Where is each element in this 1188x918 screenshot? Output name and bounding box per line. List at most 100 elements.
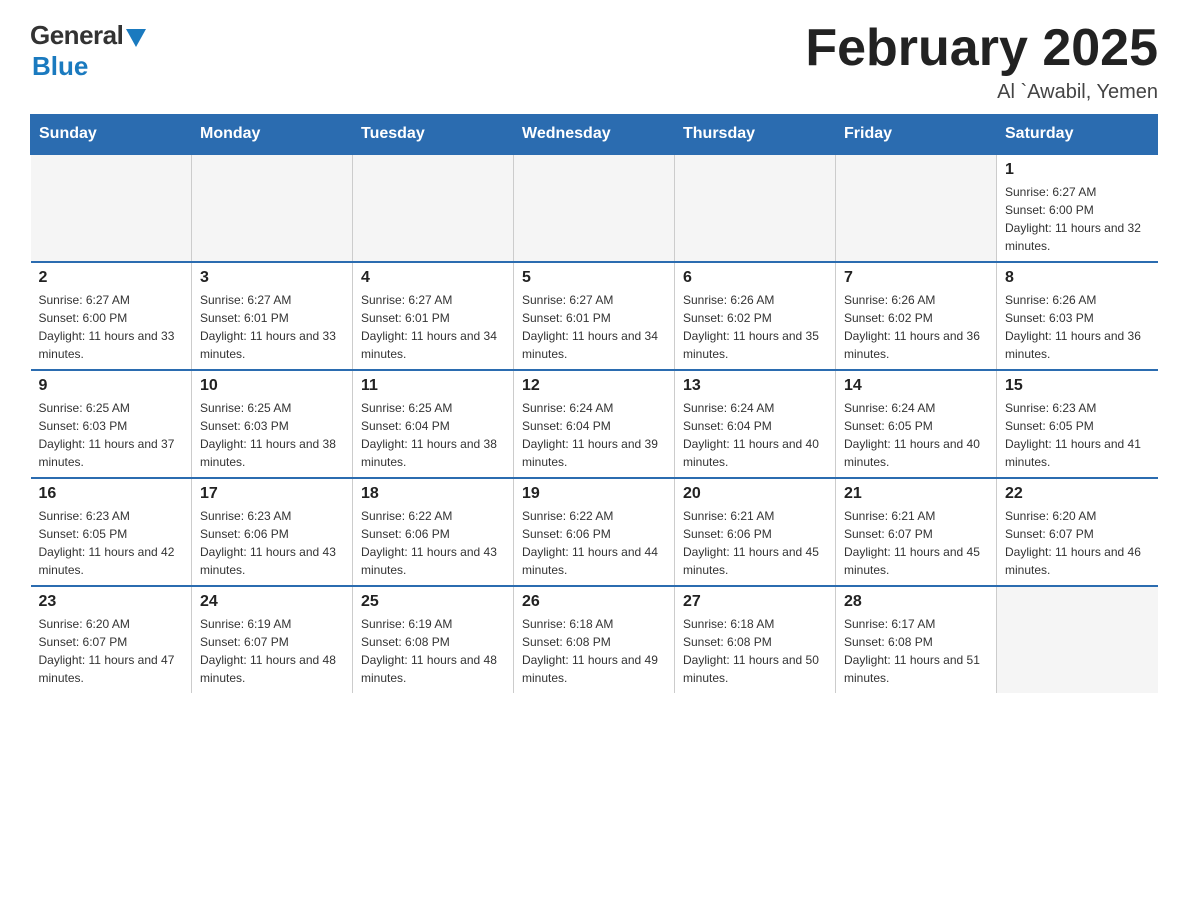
calendar-cell: 15 Sunrise: 6:23 AMSunset: 6:05 PMDayligh… [997, 370, 1158, 478]
logo: General Blue [30, 20, 146, 82]
calendar-cell [353, 154, 514, 262]
day-info: Sunrise: 6:24 AMSunset: 6:05 PMDaylight:… [844, 399, 988, 471]
day-number: 1 [1005, 161, 1150, 179]
day-number: 7 [844, 269, 988, 287]
day-info: Sunrise: 6:25 AMSunset: 6:03 PMDaylight:… [200, 399, 344, 471]
weekday-header-monday: Monday [192, 115, 353, 155]
calendar-week-3: 9 Sunrise: 6:25 AMSunset: 6:03 PMDaylight… [31, 370, 1158, 478]
calendar-cell: 7 Sunrise: 6:26 AMSunset: 6:02 PMDaylight… [836, 262, 997, 370]
weekday-header-saturday: Saturday [997, 115, 1158, 155]
calendar-cell: 8 Sunrise: 6:26 AMSunset: 6:03 PMDaylight… [997, 262, 1158, 370]
day-info: Sunrise: 6:22 AMSunset: 6:06 PMDaylight:… [361, 507, 505, 579]
day-info: Sunrise: 6:27 AMSunset: 6:00 PMDaylight:… [1005, 183, 1150, 255]
day-info: Sunrise: 6:23 AMSunset: 6:06 PMDaylight:… [200, 507, 344, 579]
calendar-cell: 12 Sunrise: 6:24 AMSunset: 6:04 PMDayligh… [514, 370, 675, 478]
day-info: Sunrise: 6:24 AMSunset: 6:04 PMDaylight:… [522, 399, 666, 471]
day-number: 9 [39, 377, 184, 395]
calendar-cell: 4 Sunrise: 6:27 AMSunset: 6:01 PMDaylight… [353, 262, 514, 370]
day-number: 4 [361, 269, 505, 287]
calendar-cell: 10 Sunrise: 6:25 AMSunset: 6:03 PMDayligh… [192, 370, 353, 478]
weekday-header-wednesday: Wednesday [514, 115, 675, 155]
day-number: 19 [522, 485, 666, 503]
day-number: 15 [1005, 377, 1150, 395]
title-section: February 2025 Al `Awabil, Yemen [805, 20, 1158, 104]
calendar-cell: 18 Sunrise: 6:22 AMSunset: 6:06 PMDayligh… [353, 478, 514, 586]
day-info: Sunrise: 6:27 AMSunset: 6:01 PMDaylight:… [361, 291, 505, 363]
day-number: 3 [200, 269, 344, 287]
day-info: Sunrise: 6:21 AMSunset: 6:07 PMDaylight:… [844, 507, 988, 579]
calendar-cell: 6 Sunrise: 6:26 AMSunset: 6:02 PMDaylight… [675, 262, 836, 370]
day-info: Sunrise: 6:20 AMSunset: 6:07 PMDaylight:… [39, 615, 184, 687]
day-info: Sunrise: 6:21 AMSunset: 6:06 PMDaylight:… [683, 507, 827, 579]
day-number: 21 [844, 485, 988, 503]
day-info: Sunrise: 6:27 AMSunset: 6:00 PMDaylight:… [39, 291, 184, 363]
day-number: 13 [683, 377, 827, 395]
day-info: Sunrise: 6:19 AMSunset: 6:07 PMDaylight:… [200, 615, 344, 687]
calendar-cell: 11 Sunrise: 6:25 AMSunset: 6:04 PMDayligh… [353, 370, 514, 478]
calendar-cell: 19 Sunrise: 6:22 AMSunset: 6:06 PMDayligh… [514, 478, 675, 586]
location-subtitle: Al `Awabil, Yemen [805, 81, 1158, 104]
calendar-week-1: 1 Sunrise: 6:27 AMSunset: 6:00 PMDaylight… [31, 154, 1158, 262]
weekday-header-row: SundayMondayTuesdayWednesdayThursdayFrid… [31, 115, 1158, 155]
day-number: 6 [683, 269, 827, 287]
calendar-cell: 27 Sunrise: 6:18 AMSunset: 6:08 PMDayligh… [675, 586, 836, 693]
calendar-week-4: 16Sunrise: 6:23 AMSunset: 6:05 PMDayligh… [31, 478, 1158, 586]
logo-triangle-icon [126, 29, 146, 47]
day-info: Sunrise: 6:22 AMSunset: 6:06 PMDaylight:… [522, 507, 666, 579]
day-info: Sunrise: 6:17 AMSunset: 6:08 PMDaylight:… [844, 615, 988, 687]
calendar-cell: 24 Sunrise: 6:19 AMSunset: 6:07 PMDayligh… [192, 586, 353, 693]
calendar-cell: 2 Sunrise: 6:27 AMSunset: 6:00 PMDaylight… [31, 262, 192, 370]
calendar-cell: 1 Sunrise: 6:27 AMSunset: 6:00 PMDaylight… [997, 154, 1158, 262]
day-info: Sunrise: 6:18 AMSunset: 6:08 PMDaylight:… [522, 615, 666, 687]
calendar-cell [31, 154, 192, 262]
calendar-cell: 23 Sunrise: 6:20 AMSunset: 6:07 PMDayligh… [31, 586, 192, 693]
day-number: 18 [361, 485, 505, 503]
day-number: 5 [522, 269, 666, 287]
calendar-cell [675, 154, 836, 262]
logo-blue-text: Blue [32, 51, 88, 82]
calendar-cell: 3 Sunrise: 6:27 AMSunset: 6:01 PMDaylight… [192, 262, 353, 370]
calendar-cell: 14 Sunrise: 6:24 AMSunset: 6:05 PMDayligh… [836, 370, 997, 478]
day-info: Sunrise: 6:26 AMSunset: 6:02 PMDaylight:… [683, 291, 827, 363]
logo-general-text: General [30, 20, 123, 51]
calendar-cell: 13 Sunrise: 6:24 AMSunset: 6:04 PMDayligh… [675, 370, 836, 478]
day-info: Sunrise: 6:27 AMSunset: 6:01 PMDaylight:… [200, 291, 344, 363]
day-number: 23 [39, 593, 184, 611]
day-number: 27 [683, 593, 827, 611]
day-number: 8 [1005, 269, 1150, 287]
calendar-week-2: 2 Sunrise: 6:27 AMSunset: 6:00 PMDaylight… [31, 262, 1158, 370]
calendar-cell [997, 586, 1158, 693]
calendar-cell [514, 154, 675, 262]
month-title: February 2025 [805, 20, 1158, 77]
weekday-header-sunday: Sunday [31, 115, 192, 155]
day-number: 20 [683, 485, 827, 503]
day-info: Sunrise: 6:25 AMSunset: 6:03 PMDaylight:… [39, 399, 184, 471]
calendar-cell: 28Sunrise: 6:17 AMSunset: 6:08 PMDayligh… [836, 586, 997, 693]
day-info: Sunrise: 6:19 AMSunset: 6:08 PMDaylight:… [361, 615, 505, 687]
weekday-header-tuesday: Tuesday [353, 115, 514, 155]
day-info: Sunrise: 6:26 AMSunset: 6:03 PMDaylight:… [1005, 291, 1150, 363]
day-number: 24 [200, 593, 344, 611]
calendar-cell: 9 Sunrise: 6:25 AMSunset: 6:03 PMDaylight… [31, 370, 192, 478]
day-number: 11 [361, 377, 505, 395]
calendar-cell: 21 Sunrise: 6:21 AMSunset: 6:07 PMDayligh… [836, 478, 997, 586]
day-number: 25 [361, 593, 505, 611]
day-info: Sunrise: 6:25 AMSunset: 6:04 PMDaylight:… [361, 399, 505, 471]
day-number: 22 [1005, 485, 1150, 503]
calendar-cell: 26Sunrise: 6:18 AMSunset: 6:08 PMDayligh… [514, 586, 675, 693]
day-info: Sunrise: 6:23 AMSunset: 6:05 PMDaylight:… [1005, 399, 1150, 471]
day-number: 2 [39, 269, 184, 287]
day-number: 12 [522, 377, 666, 395]
day-number: 14 [844, 377, 988, 395]
page-header: General Blue February 2025 Al `Awabil, Y… [30, 20, 1158, 104]
day-info: Sunrise: 6:18 AMSunset: 6:08 PMDaylight:… [683, 615, 827, 687]
calendar-cell: 22Sunrise: 6:20 AMSunset: 6:07 PMDayligh… [997, 478, 1158, 586]
day-info: Sunrise: 6:26 AMSunset: 6:02 PMDaylight:… [844, 291, 988, 363]
day-number: 17 [200, 485, 344, 503]
day-info: Sunrise: 6:24 AMSunset: 6:04 PMDaylight:… [683, 399, 827, 471]
calendar-cell [192, 154, 353, 262]
calendar-cell: 5Sunrise: 6:27 AMSunset: 6:01 PMDaylight… [514, 262, 675, 370]
calendar-cell: 17 Sunrise: 6:23 AMSunset: 6:06 PMDayligh… [192, 478, 353, 586]
day-info: Sunrise: 6:23 AMSunset: 6:05 PMDaylight:… [39, 507, 184, 579]
day-number: 10 [200, 377, 344, 395]
